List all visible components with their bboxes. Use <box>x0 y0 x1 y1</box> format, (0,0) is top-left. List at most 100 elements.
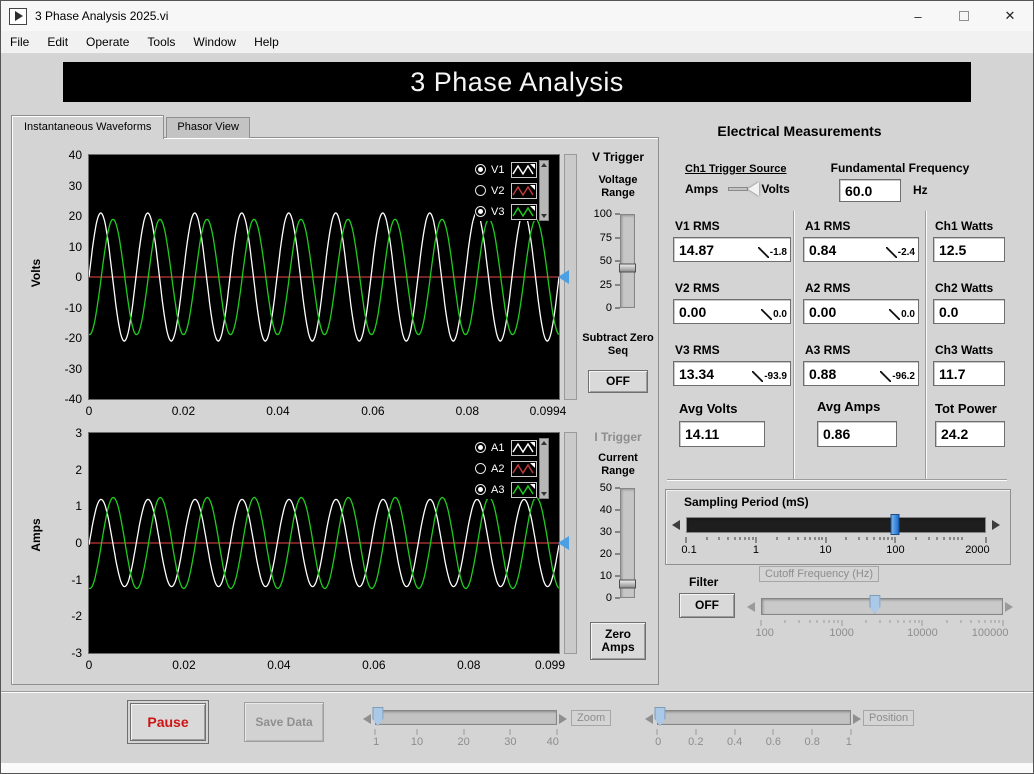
trigger-source-option-amps[interactable]: Amps <box>685 182 718 196</box>
v-trigger-panel: V Trigger Voltage Range 100 75 50 25 0 Subtr… <box>578 146 658 416</box>
legend-item-a3[interactable]: A3 <box>475 480 537 499</box>
menu-item-operate[interactable]: Operate <box>77 31 138 53</box>
legend-item-v1[interactable]: V1 <box>475 160 537 179</box>
menu-item-edit[interactable]: Edit <box>38 31 77 53</box>
a1-plot-style-icon[interactable] <box>511 439 537 456</box>
v2-plot-style-icon[interactable] <box>511 182 537 199</box>
legend-label: V2 <box>491 184 505 197</box>
cutoff-decrement-arrow[interactable] <box>747 602 755 612</box>
zoom-increment-arrow[interactable] <box>559 714 567 724</box>
v3-visible-radio[interactable] <box>475 206 486 217</box>
filter-label: Filter <box>689 575 719 589</box>
sampling-period-group: Sampling Period (mS) 0.1 1 10 100 2000 <box>665 489 1011 565</box>
legend-scrollbar[interactable] <box>539 438 549 499</box>
page-title-banner: 3 Phase Analysis <box>63 62 971 102</box>
avg-volts-value: 14.11 <box>679 421 765 447</box>
voltage-range-handle[interactable] <box>619 263 636 273</box>
close-icon: ✕ <box>1004 8 1016 23</box>
angle-icon <box>757 247 769 258</box>
cutoff-increment-arrow[interactable] <box>1005 602 1013 612</box>
sampling-period-handle[interactable] <box>890 514 900 535</box>
a3-plot-style-icon[interactable] <box>511 481 537 498</box>
angle-icon <box>885 247 897 258</box>
legend-item-v3[interactable]: V3 <box>475 202 537 221</box>
y-axis-ticks: 3 2 1 0 -1 -2 -3 <box>71 426 82 660</box>
angle-icon <box>761 309 773 320</box>
a2-plot-style-icon[interactable] <box>511 460 537 477</box>
a2-rms-label: A2 RMS <box>805 281 851 295</box>
divider <box>793 211 795 479</box>
ch3-watts-value: 11.7 <box>933 361 1005 386</box>
v1-plot-style-icon[interactable] <box>511 161 537 178</box>
ch3-watts-label: Ch3 Watts <box>935 343 994 357</box>
y-axis-ticks: 40 30 20 10 0 -10 -20 -30 -40 <box>64 148 82 406</box>
maximize-button[interactable] <box>941 1 987 31</box>
sampling-decrement-arrow[interactable] <box>672 520 680 530</box>
app-window: 3 Phase Analysis 2025.vi – ✕ File Edit O… <box>0 0 1034 774</box>
zero-amps-button[interactable]: Zero Amps <box>590 622 646 660</box>
zoom-label: Zoom <box>571 710 612 726</box>
ch1-watts-label: Ch1 Watts <box>935 219 994 233</box>
sampling-increment-arrow[interactable] <box>992 520 1000 530</box>
electrical-measurements-panel: Electrical Measurements Ch1 Trigger Sour… <box>663 111 1015 691</box>
cutoff-frequency-scale: 100 1000 10000 100000 <box>755 620 1009 646</box>
trigger-source-option-volts[interactable]: Volts <box>761 182 789 196</box>
ch1-trigger-source-selector[interactable]: Amps Volts <box>685 182 790 196</box>
legend-item-a1[interactable]: A1 <box>475 438 537 457</box>
trigger-source-pointer-icon[interactable] <box>748 182 760 196</box>
run-arrow-icon <box>15 11 23 21</box>
v-trigger-level-slider[interactable] <box>558 154 577 400</box>
zoom-scale: 1 10 20 30 40 <box>373 729 559 755</box>
i-trigger-level-handle[interactable] <box>558 536 569 550</box>
title-bar: 3 Phase Analysis 2025.vi – ✕ <box>1 1 1033 31</box>
menu-item-window[interactable]: Window <box>184 31 245 53</box>
cutoff-frequency-slider[interactable] <box>761 595 1003 615</box>
pause-button[interactable]: Pause <box>130 703 206 741</box>
current-range-handle[interactable] <box>619 579 636 589</box>
angle-icon <box>889 309 901 320</box>
labview-vi-icon <box>9 7 27 25</box>
sampling-period-slider[interactable] <box>686 514 986 535</box>
current-range-slider[interactable] <box>619 488 636 598</box>
filter-off-button[interactable]: OFF <box>679 593 735 618</box>
menu-item-tools[interactable]: Tools <box>138 31 184 53</box>
save-data-button[interactable]: Save Data <box>244 702 324 742</box>
menu-item-file[interactable]: File <box>1 31 38 53</box>
tab-page: Volts 40 30 20 10 0 -10 -20 -30 -40 V1 V2 <box>11 137 659 685</box>
a2-visible-radio[interactable] <box>475 463 486 474</box>
menu-item-help[interactable]: Help <box>245 31 288 53</box>
legend-item-a2[interactable]: A2 <box>475 459 537 478</box>
position-handle[interactable] <box>654 707 666 726</box>
plot-legend: V1 V2 V3 <box>475 160 549 221</box>
tab-instantaneous-waveforms[interactable]: Instantaneous Waveforms <box>11 115 165 139</box>
minimize-button[interactable]: – <box>895 1 941 31</box>
i-trigger-level-slider[interactable] <box>558 432 577 654</box>
legend-scrollbar[interactable] <box>539 160 549 221</box>
close-button[interactable]: ✕ <box>987 1 1033 31</box>
tab-strip: Instantaneous Waveforms Phasor View <box>11 114 252 139</box>
voltage-range-slider[interactable] <box>619 214 636 308</box>
a3-visible-radio[interactable] <box>475 484 486 495</box>
avg-amps-value: 0.86 <box>817 421 897 447</box>
tab-phasor-view[interactable]: Phasor View <box>166 117 250 138</box>
legend-item-v2[interactable]: V2 <box>475 181 537 200</box>
zoom-decrement-arrow[interactable] <box>363 714 371 724</box>
position-slider[interactable] <box>654 707 851 726</box>
window-title: 3 Phase Analysis 2025.vi <box>35 9 169 23</box>
zoom-slider[interactable] <box>372 707 557 726</box>
position-increment-arrow[interactable] <box>853 714 861 724</box>
cutoff-frequency-handle[interactable] <box>869 595 881 614</box>
divider <box>925 211 927 479</box>
v1-rms-value: 14.87 -1.8 <box>673 237 791 262</box>
sampling-period-scale: 0.1 1 10 100 2000 <box>681 537 990 563</box>
position-decrement-arrow[interactable] <box>645 714 653 724</box>
v-trigger-level-handle[interactable] <box>558 270 569 284</box>
a1-visible-radio[interactable] <box>475 442 486 453</box>
subtract-zero-seq-button[interactable]: OFF <box>588 370 648 393</box>
zoom-handle[interactable] <box>372 707 384 726</box>
avg-volts-label: Avg Volts <box>679 401 738 416</box>
v2-visible-radio[interactable] <box>475 185 486 196</box>
y-axis-label-volts: Volts <box>29 258 43 288</box>
v3-plot-style-icon[interactable] <box>511 203 537 220</box>
v1-visible-radio[interactable] <box>475 164 486 175</box>
